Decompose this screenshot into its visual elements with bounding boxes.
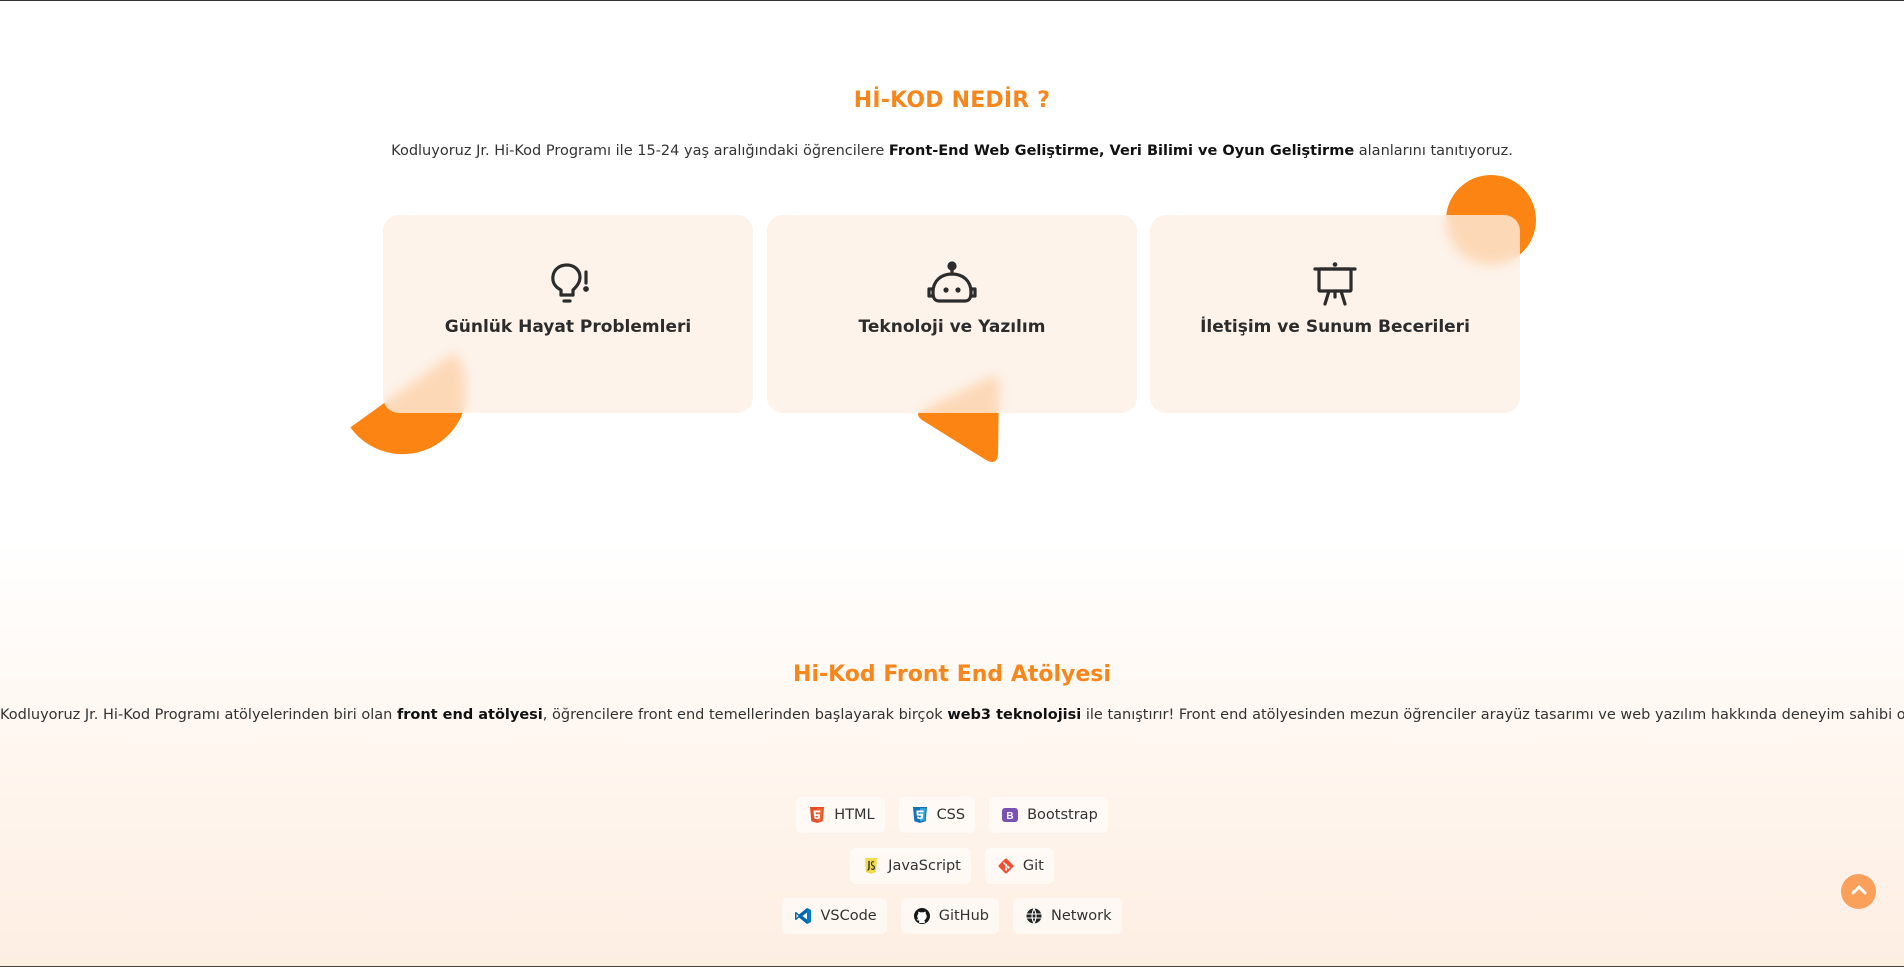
chevron-up-icon [1849,880,1869,904]
tech-label: Git [1022,858,1044,874]
tech-row: HTML CSS B Bootstrap [0,797,1904,833]
tech-label: CSS [936,807,966,823]
tech-label: GitHub [938,908,989,924]
desc-bold-frontend: front end atölyesi [396,707,543,723]
tech-row: JavaScript Git [0,848,1904,884]
git-icon [997,857,1015,875]
tech-row: VSCode GitHub Network [0,898,1904,934]
vscode-icon [794,907,812,925]
section-description-hikod: Kodluyoruz Jr. Hi-Kod Programı ile 15-24… [0,143,1904,159]
tech-badge-javascript[interactable]: JavaScript [850,848,971,884]
tech-badge-vscode[interactable]: VSCode [782,898,887,934]
tech-badge-git[interactable]: Git [984,848,1054,884]
tech-badge-css[interactable]: CSS [898,797,976,833]
feature-card-label: Günlük Hayat Problemleri [444,317,692,337]
desc-bold-web3: web3 teknolojisi [947,707,1082,723]
presentation-board-icon [1310,259,1360,309]
css3-icon [911,806,929,824]
github-icon [913,907,931,925]
feature-cards: Günlük Hayat Problemleri Teknoloji ve Ya… [383,215,1520,413]
desc-text-2: , öğrencilere front end temellerinden ba… [542,707,948,723]
desc-bold-areas: Front-End Web Geliştirme, Veri Bilimi ve… [888,143,1355,159]
network-icon [1025,907,1043,925]
html5-icon [808,806,826,824]
section-title-hikod: Hİ-KOD NEDİR ? [853,88,1051,113]
feature-card-daily-problems: Günlük Hayat Problemleri [383,215,753,413]
tech-badge-network[interactable]: Network [1012,898,1122,934]
svg-text:B: B [1006,811,1013,822]
tech-badge-github[interactable]: GitHub [900,898,999,934]
section-description-workshop: Kodluyoruz Jr. Hi-Kod Programı atölyeler… [0,707,1904,723]
tech-label: HTML [834,807,875,823]
top-border [0,0,1904,1]
desc-text-3: ile tanıştırır! Front end atölyesinden m… [1081,707,1904,723]
tech-label: Network [1050,908,1112,924]
desc-text-1: Kodluyoruz Jr. Hi-Kod Programı ile 15-24… [391,143,889,159]
desc-text-2: alanlarını tanıtıyoruz. [1354,143,1513,159]
tech-label: JavaScript [888,858,961,874]
bootstrap-icon: B [1001,806,1019,824]
desc-text-1: Kodluyoruz Jr. Hi-Kod Programı atölyeler… [0,707,397,723]
feature-card-communication: İletişim ve Sunum Becerileri [1150,215,1520,413]
robot-icon [927,259,977,309]
tech-label: Bootstrap [1027,807,1098,823]
feature-card-technology: Teknoloji ve Yazılım [767,215,1137,413]
lightbulb-exclamation-icon [543,259,593,309]
scroll-to-top-button[interactable] [1841,874,1876,909]
javascript-icon [862,857,880,875]
feature-card-label: Teknoloji ve Yazılım [858,317,1046,337]
tech-badge-html[interactable]: HTML [796,797,885,833]
tech-label: VSCode [820,908,877,924]
section-title-frontend-workshop: Hi-Kod Front End Atölyesi [793,662,1111,687]
tech-badge-bootstrap[interactable]: B Bootstrap [989,797,1108,833]
feature-card-label: İletişim ve Sunum Becerileri [1200,317,1470,337]
